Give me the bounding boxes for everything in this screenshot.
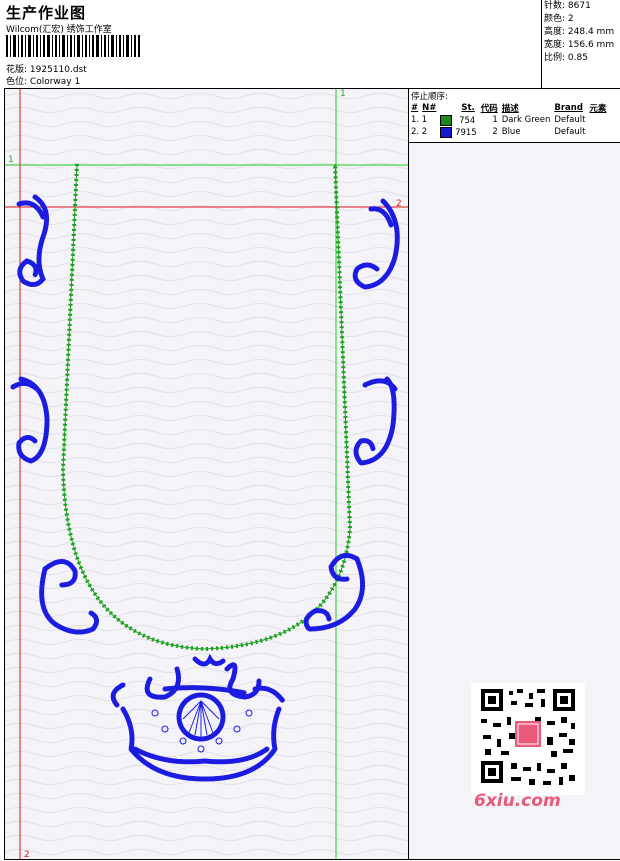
sequence-row[interactable]: 1. 1 754 1 Dark Green Default bbox=[410, 114, 609, 126]
design-canvas[interactable]: 1 1 2 2 bbox=[4, 88, 409, 860]
sequence-table: # N# St. 代码 描述 Brand 元素 1. 1 754 1 Dark … bbox=[410, 102, 609, 138]
stop-sequence: 停止顺序: # N# St. 代码 描述 Brand 元素 1. 1 754 1 bbox=[409, 89, 620, 143]
colorway-label: 色位: bbox=[6, 77, 28, 87]
col-code: 代码 bbox=[480, 104, 498, 114]
stat-height: 高度: 248.4 mm bbox=[544, 27, 615, 37]
sequence-header-row: # N# St. 代码 描述 Brand 元素 bbox=[410, 102, 609, 114]
color-swatch bbox=[440, 114, 453, 126]
guide-label-green-top: 1 bbox=[340, 89, 346, 99]
sequence-row[interactable]: 2. 2 7915 2 Blue Default bbox=[410, 126, 609, 138]
stat-width: 宽度: 156.6 mm bbox=[544, 40, 615, 50]
stats-panel: 针数: 8671 颜色: 2 高度: 248.4 mm 宽度: 156.6 mm… bbox=[541, 0, 620, 88]
row-index: 1. 1 bbox=[411, 115, 428, 125]
company-name: Wilcom(汇宏) 绣饰工作室 bbox=[6, 25, 112, 35]
guide-label-red-bottom: 2 bbox=[24, 850, 30, 859]
row-index: 2. 2 bbox=[411, 127, 428, 137]
colorway-line: 色位: Colorway 1 bbox=[6, 74, 80, 87]
row-swatch-code: 7915 bbox=[439, 126, 479, 138]
col-brand: Brand bbox=[554, 103, 583, 113]
guide-label-green-left: 1 bbox=[8, 155, 14, 165]
row-swatch-code: 754 bbox=[439, 114, 479, 126]
col-desc: 描述 bbox=[501, 104, 519, 114]
row-desc: Blue bbox=[501, 127, 521, 137]
sequence-title: 停止顺序: bbox=[411, 92, 448, 102]
col-st: St. bbox=[461, 103, 475, 113]
watermark-text: 6xiu.com bbox=[474, 791, 561, 811]
row-brand: Default bbox=[554, 115, 586, 125]
qr-code-icon bbox=[471, 683, 585, 795]
stat-scale: 比例: 0.85 bbox=[544, 53, 588, 63]
barcode bbox=[6, 35, 140, 57]
col-element: 元素 bbox=[589, 104, 607, 114]
page-title: 生产作业图 bbox=[6, 4, 87, 22]
stat-colors: 颜色: 2 bbox=[544, 14, 574, 24]
stat-stitches: 针数: 8671 bbox=[544, 1, 591, 11]
row-num: 2 bbox=[492, 127, 498, 137]
qr-code-watermark bbox=[471, 683, 585, 795]
col-n: N# bbox=[422, 103, 437, 113]
row-brand: Default bbox=[554, 127, 586, 137]
stamp-box bbox=[515, 721, 541, 747]
row-num: 1 bbox=[492, 115, 498, 125]
colorway-value: Colorway 1 bbox=[29, 77, 81, 87]
row-desc: Dark Green bbox=[501, 115, 551, 125]
color-swatch bbox=[440, 126, 453, 138]
embroidery-design: 1 1 2 2 bbox=[5, 89, 408, 859]
col-index: # bbox=[411, 103, 419, 113]
guide-label-red-right: 2 bbox=[396, 199, 402, 209]
